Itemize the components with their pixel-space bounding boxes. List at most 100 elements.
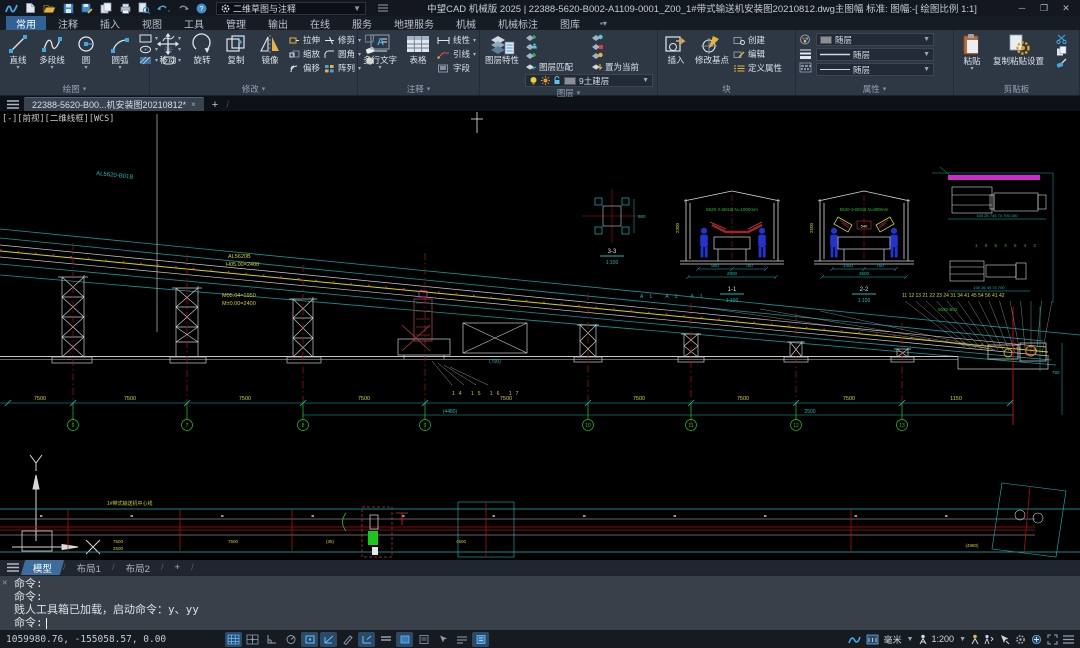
viewport-controls[interactable]: [-][前视][二维线框][WCS] (2, 112, 114, 124)
quick-properties-toggle[interactable] (415, 632, 432, 647)
copy-clip-tool[interactable] (1056, 46, 1068, 56)
tab-model[interactable]: 模型 (21, 560, 64, 575)
tab-manage[interactable]: 管理 (216, 16, 256, 30)
settings-gear-icon[interactable] (1015, 634, 1026, 645)
group-label-properties[interactable]: 属性▾ (799, 82, 950, 95)
table-button[interactable]: 表格 (403, 32, 433, 66)
tab-annotate[interactable]: 注释 (48, 16, 88, 30)
field-tool[interactable]: 字段 (437, 62, 476, 74)
copy-icon[interactable] (99, 2, 113, 15)
polyline-button[interactable]: 多段线▾ (37, 32, 67, 71)
group-label-modify[interactable]: 修改▾ (153, 82, 354, 95)
tab-library[interactable]: 图库 (550, 16, 590, 30)
linear-dim-tool[interactable]: 线性▾ (437, 34, 476, 46)
matchprops-tool[interactable] (1056, 58, 1068, 68)
layer-unlock-tool[interactable] (591, 42, 653, 50)
layer-lock-tool[interactable] (525, 42, 587, 50)
tab-output[interactable]: 输出 (258, 16, 298, 30)
ortho-toggle[interactable] (263, 632, 280, 647)
ribbon-options-icon[interactable] (378, 4, 388, 12)
tab-insert[interactable]: 插入 (90, 16, 130, 30)
annotation-monitor-toggle[interactable] (453, 632, 470, 647)
help-icon[interactable]: ? (194, 2, 208, 15)
units-label[interactable]: 毫米 (884, 633, 902, 646)
rotate-button[interactable]: 旋转 (187, 32, 217, 66)
scale-tool[interactable]: 缩放 (289, 48, 320, 60)
grid-toggle[interactable] (225, 632, 242, 647)
selection-cycling-toggle[interactable] (434, 632, 451, 647)
cursor-badge-icon[interactable] (999, 634, 1010, 645)
maximize-button[interactable]: ❐ (1038, 2, 1050, 14)
minimize-button[interactable]: ─ (1016, 2, 1028, 14)
array-tool[interactable]: 阵列▾ (324, 62, 361, 74)
leader-tool[interactable]: 引线▾ (437, 48, 476, 60)
annotation-scale-value[interactable]: 1:200 (932, 634, 955, 644)
define-attribute-tool[interactable]: 定义属性 (733, 62, 782, 74)
tab-layout1[interactable]: 布局1 (67, 560, 111, 575)
status-menu-icon[interactable] (1063, 635, 1074, 644)
stretch-tool[interactable]: 拉伸 (289, 34, 320, 46)
open-folder-icon[interactable] (42, 2, 56, 15)
offset-tool[interactable]: 偏移 (289, 62, 320, 74)
line-button[interactable]: 直线▾ (3, 32, 33, 71)
command-close-icon[interactable]: ✕ (2, 578, 7, 588)
block-create-tool[interactable]: 创建 (733, 34, 782, 46)
tab-mechanical[interactable]: 机械 (446, 16, 486, 30)
layer-properties-button[interactable]: 图层特性 (483, 32, 521, 66)
insert-block-button[interactable]: 插入 (661, 32, 691, 66)
redo-icon[interactable] (175, 2, 189, 15)
move-button[interactable]: 移动 (153, 32, 183, 66)
paste-button[interactable]: 粘贴▾ (957, 32, 987, 72)
isolate-objects-icon[interactable] (1031, 634, 1042, 645)
copy-paste-settings-button[interactable]: 复制粘贴设置 (991, 32, 1046, 67)
tab-geo[interactable]: 地理服务 (384, 16, 444, 30)
layer-freeze-tool[interactable] (591, 33, 653, 41)
group-label-layer[interactable]: 图层▾ (483, 87, 654, 99)
layer-make-current-tool[interactable]: 置为当前 (591, 61, 653, 73)
command-window[interactable]: ✕ 命令: 命令: 贱人工具箱已加载，启动命令：y、yy 命令: (0, 575, 1080, 630)
tab-home[interactable]: 常用 (6, 16, 46, 30)
new-doc-tab-button[interactable]: + (206, 99, 224, 111)
layout-menu-icon[interactable] (4, 561, 22, 574)
layer-dropdown[interactable]: 9土建层 ▼ (525, 74, 653, 87)
tab-mech-dim[interactable]: 机械标注 (488, 16, 548, 30)
cut-tool[interactable] (1056, 34, 1068, 44)
tab-online[interactable]: 在线 (300, 16, 340, 30)
block-edit-tool[interactable]: 编辑 (733, 48, 782, 60)
fullscreen-icon[interactable] (1047, 634, 1058, 645)
group-label-annotate[interactable]: 注释▾ (361, 82, 476, 95)
dyn-ucs-toggle[interactable] (358, 632, 375, 647)
polar-toggle[interactable] (282, 632, 299, 647)
snap-toggle[interactable] (244, 632, 261, 647)
arc-button[interactable]: 圆弧▾ (105, 32, 135, 71)
close-button[interactable]: ✕ (1060, 2, 1072, 14)
doc-close-icon[interactable]: × (191, 100, 196, 109)
layer-match-tool[interactable]: 图层匹配 (525, 61, 587, 73)
preview-icon[interactable] (137, 2, 151, 15)
layer-off-tool[interactable] (591, 51, 653, 59)
copy-button[interactable]: 复制 (221, 32, 251, 66)
lineweight-toggle[interactable] (377, 632, 394, 647)
group-label-block[interactable]: 块 (661, 82, 792, 95)
workspace-selector[interactable]: 二维草图与注释 ▼ (216, 2, 366, 15)
add-layout-button[interactable]: + (165, 560, 191, 575)
tab-services[interactable]: 服务 (342, 16, 382, 30)
tab-view[interactable]: 视图 (132, 16, 172, 30)
dyn-input-toggle[interactable] (339, 632, 356, 647)
group-label-draw[interactable]: 绘图▾ (3, 82, 146, 95)
tab-layout2[interactable]: 布局2 (116, 560, 160, 575)
ribbon-collapse-icon[interactable]: ▪▾ (600, 19, 607, 28)
layer-thaw-tool[interactable] (525, 51, 587, 59)
lineweight-dropdown[interactable]: 随层▼ (816, 48, 934, 61)
new-file-icon[interactable] (23, 2, 37, 15)
color-dropdown[interactable]: 随层▼ (816, 33, 934, 46)
tab-tools[interactable]: 工具 (174, 16, 214, 30)
transparency-toggle[interactable] (396, 632, 413, 647)
workspace-switch-toggle[interactable] (472, 632, 489, 647)
mtext-button[interactable]: A 多行文字▾ (361, 32, 399, 71)
linetype-dropdown[interactable]: 随层▼ (816, 63, 934, 76)
save-icon[interactable] (61, 2, 75, 15)
edit-basepoint-button[interactable]: 修改基点 (695, 32, 729, 66)
group-label-clipboard[interactable]: 剪贴板 (957, 82, 1076, 95)
trim-tool[interactable]: 修剪▾ (324, 34, 361, 46)
